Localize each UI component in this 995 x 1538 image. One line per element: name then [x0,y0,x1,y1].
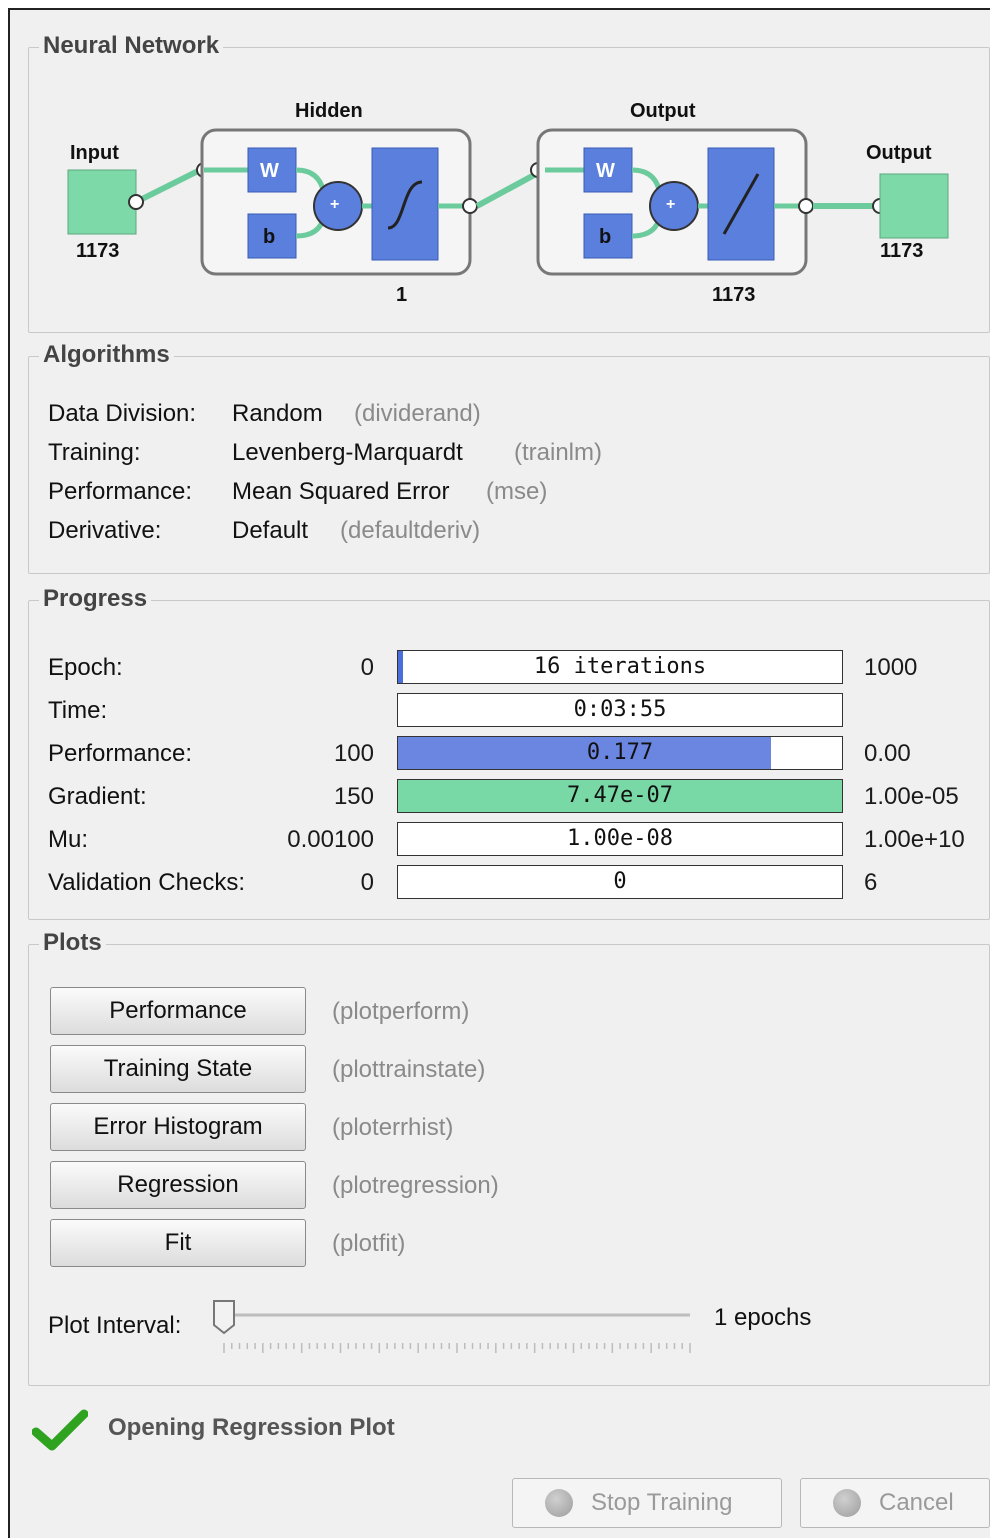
data-division-value: Random [232,400,323,427]
time-progress-bar: 0:03:55 [397,693,843,727]
input-size: 1173 [76,240,120,262]
plot-performance-button[interactable]: Performance [50,987,306,1035]
gradient-end-value: 1.00e-05 [864,783,959,810]
output-layer-label: Output [630,100,696,122]
time-progress-text: 0:03:55 [573,697,667,722]
mu-label: Mu: [48,826,89,853]
algorithms-panel: Algorithms [28,341,990,574]
performance-end-value: 0.00 [864,740,911,767]
training-value: Levenberg-Marquardt [232,439,463,466]
validation-checks-label: Validation Checks: [48,869,245,896]
mu-progress-text: 1.00e-08 [567,826,673,851]
plot-error-histogram-button[interactable]: Error Histogram [50,1103,306,1151]
performance-progress-bar: 0.177 [397,736,843,770]
input-node [67,169,137,235]
training-label: Training: [48,439,141,466]
epoch-start-value: 0 [360,654,374,681]
cancel-button[interactable]: Cancel [800,1478,990,1528]
time-label: Time: [48,697,108,724]
gradient-progress-bar: 7.47e-07 [397,779,843,813]
cancel-icon [833,1489,861,1517]
validation-checks-start-value: 0 [360,869,374,896]
stop-icon [545,1489,573,1517]
hidden-size: 1 [396,284,408,306]
performance-value: Mean Squared Error [232,478,450,505]
data-division-func: (dividerand) [354,400,481,427]
plot-interval-label: Plot Interval: [48,1312,182,1339]
hidden-label: Hidden [295,100,363,122]
stop-training-label: Stop Training [591,1489,733,1516]
training-window: Neural Network Input 1173 Hidden W b + 1… [8,8,990,1538]
hidden-bias-symbol: b [263,226,276,248]
checkmark-icon [32,1409,88,1451]
hidden-weight-symbol: W [260,160,279,182]
epoch-end-value: 1000 [864,654,918,681]
plot-interval-value: 1 epochs [714,1304,812,1331]
plot-performance-func: (plotperform) [332,998,470,1025]
plot-error-histogram-func: (ploterrhist) [332,1114,454,1141]
output-layer-size: 1173 [712,284,756,306]
input-label: Input [70,142,119,164]
slider-ticks [223,1343,691,1353]
output-size: 1173 [880,240,924,262]
validation-checks-end-value: 6 [864,869,878,896]
gradient-start-value: 150 [333,783,374,810]
hidden-connector [475,171,538,209]
plot-fit-func: (plotfit) [332,1230,406,1257]
plot-interval-slider[interactable] [210,1295,700,1355]
performance-progress-text: 0.177 [586,740,654,765]
derivative-label: Derivative: [48,517,162,544]
output-sum-symbol: + [666,196,676,213]
output-label: Output [866,142,932,164]
epoch-progress-bar: 16 iterations [397,650,843,684]
gradient-progress-text: 7.47e-07 [567,783,673,808]
performance-func: (mse) [486,478,548,505]
performance-label: Performance: [48,740,193,767]
cancel-label: Cancel [879,1489,954,1516]
output-node [879,173,949,239]
hidden-sum-symbol: + [330,196,340,213]
epoch-progress-text: 16 iterations [533,654,707,679]
data-division-label: Data Division: [48,400,197,427]
neural-network-title: Neural Network [39,32,224,60]
status-text: Opening Regression Plot [108,1414,395,1441]
performance-start-value: 100 [333,740,374,767]
input-connector [134,167,202,205]
mu-end-value: 1.00e+10 [864,826,965,853]
mu-start-value: 0.00100 [287,826,374,853]
derivative-value: Default [232,517,309,544]
derivative-func: (defaultderiv) [340,517,481,544]
algorithms-title: Algorithms [39,341,174,369]
epoch-label: Epoch: [48,654,123,681]
plot-regression-button[interactable]: Regression [50,1161,306,1209]
plot-training-state-func: (plottrainstate) [332,1056,486,1083]
plots-title: Plots [39,929,106,957]
validation-checks-progress-text: 0 [613,869,627,894]
output-weight-symbol: W [596,160,615,182]
output-bias-symbol: b [599,226,612,248]
mu-progress-bar: 1.00e-08 [397,822,843,856]
performance-label: Performance: [48,478,193,505]
stop-training-button[interactable]: Stop Training [512,1478,782,1528]
plot-training-state-button[interactable]: Training State [50,1045,306,1093]
validation-checks-progress-bar: 0 [397,865,843,899]
gradient-label: Gradient: [48,783,147,810]
plot-regression-func: (plotregression) [332,1172,499,1199]
progress-title: Progress [39,585,152,613]
slider-thumb [213,1300,235,1335]
network-diagram [67,128,949,276]
training-func: (trainlm) [514,439,602,466]
plot-fit-button[interactable]: Fit [50,1219,306,1267]
